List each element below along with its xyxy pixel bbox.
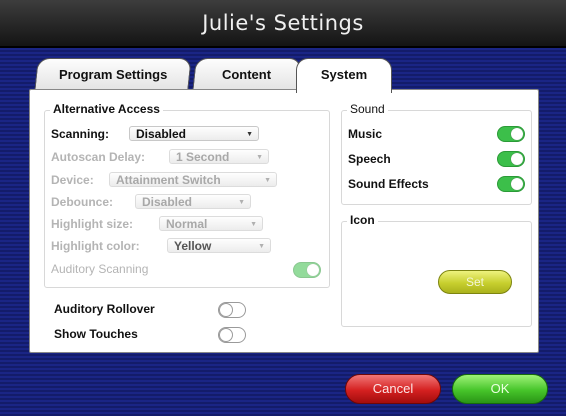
debounce-select[interactable]: Disabled ▼ bbox=[135, 194, 251, 209]
tab-program-settings[interactable]: Program Settings bbox=[34, 58, 192, 91]
group-title: Icon bbox=[347, 213, 378, 227]
autoscan-delay-select[interactable]: 1 Second ▼ bbox=[169, 149, 269, 164]
toggle-knob bbox=[511, 153, 523, 165]
auditory-rollover-toggle[interactable] bbox=[218, 302, 246, 318]
toggle-knob bbox=[307, 264, 319, 276]
auditory-rollover-label: Auditory Rollover bbox=[54, 302, 155, 316]
highlight-color-select[interactable]: Yellow ▼ bbox=[167, 238, 271, 253]
toggle-knob bbox=[220, 329, 232, 341]
caret-down-icon: ▼ bbox=[238, 199, 245, 206]
scanning-select[interactable]: Disabled ▼ bbox=[129, 126, 259, 141]
tab-system[interactable]: System bbox=[296, 58, 392, 93]
group-title: Sound bbox=[347, 102, 388, 116]
caret-down-icon: ▼ bbox=[256, 154, 263, 161]
select-value: 1 Second bbox=[176, 150, 230, 164]
alternative-access-group: Alternative Access Scanning: Disabled ▼ A… bbox=[44, 102, 330, 288]
speech-label: Speech bbox=[348, 152, 391, 166]
select-value: Yellow bbox=[174, 239, 212, 253]
show-touches-toggle[interactable] bbox=[218, 327, 246, 343]
icon-group: Icon Set bbox=[341, 213, 532, 327]
group-title: Alternative Access bbox=[50, 102, 163, 116]
highlight-color-label: Highlight color: bbox=[51, 239, 140, 253]
auditory-scanning-toggle[interactable] bbox=[293, 262, 321, 278]
caret-down-icon: ▼ bbox=[246, 131, 253, 138]
sound-effects-toggle[interactable] bbox=[497, 176, 525, 192]
caret-down-icon: ▼ bbox=[258, 243, 265, 250]
show-touches-label: Show Touches bbox=[54, 327, 138, 341]
caret-down-icon: ▼ bbox=[264, 177, 271, 184]
caret-down-icon: ▼ bbox=[250, 221, 257, 228]
toggle-knob bbox=[511, 178, 523, 190]
cancel-button[interactable]: Cancel bbox=[345, 374, 441, 404]
autoscan-delay-label: Autoscan Delay: bbox=[51, 150, 146, 164]
tab-content[interactable]: Content bbox=[192, 58, 302, 91]
sound-effects-label: Sound Effects bbox=[348, 177, 429, 191]
music-label: Music bbox=[348, 127, 383, 141]
speech-toggle[interactable] bbox=[497, 151, 525, 167]
auditory-scanning-label: Auditory Scanning bbox=[51, 262, 149, 276]
toggle-knob bbox=[511, 128, 523, 140]
music-toggle[interactable] bbox=[497, 126, 525, 142]
ok-button[interactable]: OK bbox=[452, 374, 548, 404]
highlight-size-select[interactable]: Normal ▼ bbox=[159, 216, 263, 231]
device-label: Device: bbox=[51, 173, 94, 187]
toggle-knob bbox=[220, 304, 232, 316]
highlight-size-label: Highlight size: bbox=[51, 217, 133, 231]
select-value: Disabled bbox=[136, 127, 187, 141]
title-bar: Julie's Settings bbox=[0, 0, 566, 48]
select-value: Disabled bbox=[142, 195, 193, 209]
tab-label: Content bbox=[222, 67, 272, 82]
window-title: Julie's Settings bbox=[202, 11, 364, 35]
device-select[interactable]: Attainment Switch ▼ bbox=[109, 172, 277, 187]
sound-group: Sound Music Speech Sound Effects bbox=[341, 102, 532, 205]
settings-panel: Alternative Access Scanning: Disabled ▼ A… bbox=[29, 89, 539, 353]
tab-label: Program Settings bbox=[58, 67, 168, 82]
debounce-label: Debounce: bbox=[51, 195, 114, 209]
select-value: Attainment Switch bbox=[116, 173, 221, 187]
scanning-label: Scanning: bbox=[51, 127, 110, 141]
tab-label: System bbox=[320, 67, 368, 82]
set-icon-button[interactable]: Set bbox=[438, 270, 512, 294]
select-value: Normal bbox=[166, 217, 208, 231]
